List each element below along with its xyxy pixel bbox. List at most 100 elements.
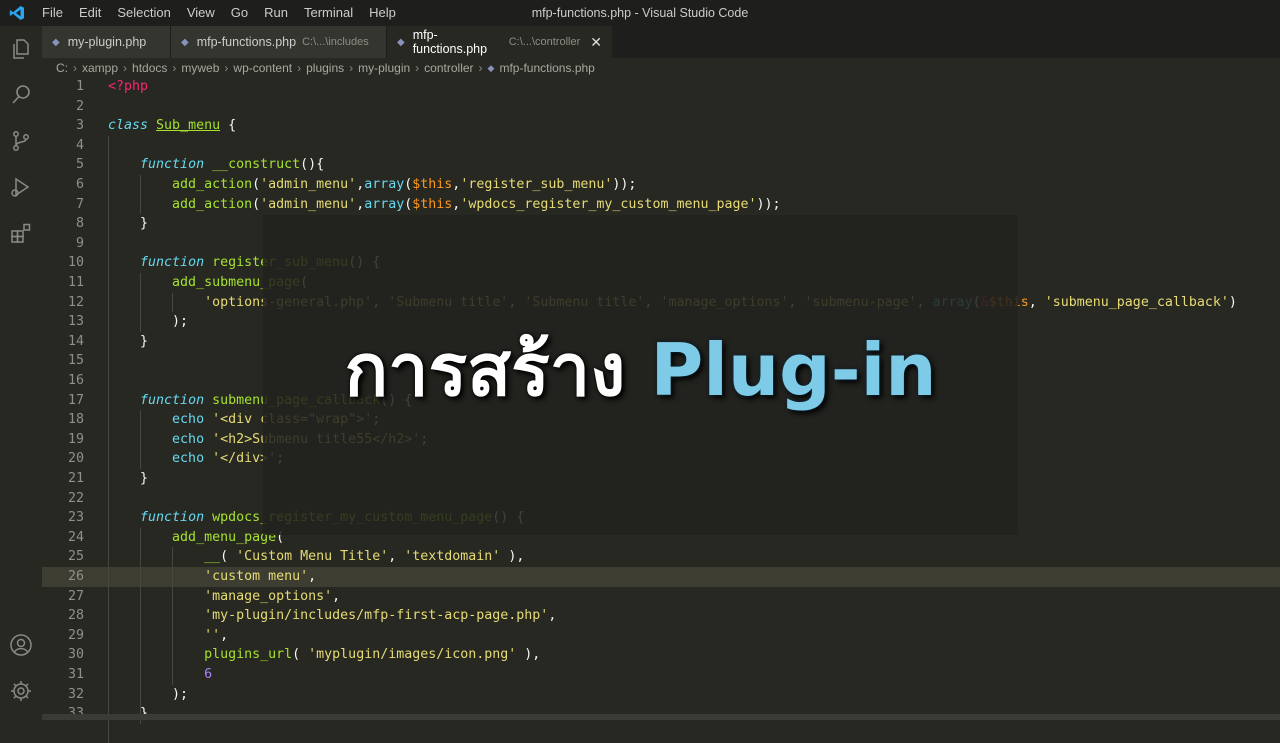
- line-number: 15: [67, 353, 84, 369]
- code-line[interactable]: 1 <?php: [42, 77, 1280, 97]
- line-number: 11: [67, 275, 84, 290]
- breadcrumb-item[interactable]: xampp: [82, 61, 118, 75]
- line-number: 27: [67, 588, 84, 604]
- code-text: add_menu_page(: [172, 529, 285, 545]
- menu-item-go[interactable]: Go: [223, 0, 256, 26]
- line-number: 2: [75, 98, 84, 114]
- line-number: 32: [67, 686, 84, 702]
- breadcrumb-item[interactable]: wp-content: [233, 61, 292, 75]
- menu-item-terminal[interactable]: Terminal: [296, 0, 361, 26]
- code-text: function __construct(){: [140, 157, 325, 173]
- code-line[interactable]: 4: [42, 136, 1280, 156]
- run-debug-icon[interactable]: [7, 173, 35, 201]
- breadcrumb-item[interactable]: myweb: [181, 61, 219, 75]
- menu-item-run[interactable]: Run: [256, 0, 296, 26]
- code-text: add_action('admin_menu',array($this,'reg…: [172, 177, 637, 192]
- menu-item-selection[interactable]: Selection: [109, 0, 178, 26]
- line-number: 1: [75, 79, 84, 94]
- code-text: <?php: [108, 79, 149, 94]
- chevron-right-icon: ›: [123, 61, 128, 75]
- line-number: 7: [75, 196, 84, 212]
- breadcrumb-item[interactable]: my-plugin: [358, 61, 410, 75]
- code-text: 6: [204, 667, 213, 682]
- tab-2[interactable]: ◆ mfp-functions.php C:\...\includes: [171, 26, 386, 58]
- line-number: 20: [67, 451, 84, 467]
- line-number: 19: [67, 431, 84, 447]
- tab-path: C:\...\controller: [508, 36, 581, 48]
- php-file-icon: ◆: [52, 36, 60, 48]
- code-line[interactable]: 26 'custom menu',: [42, 567, 1280, 587]
- code-text: }: [108, 471, 149, 486]
- code-line[interactable]: 29 '',: [42, 626, 1280, 646]
- code-line[interactable]: 2: [42, 97, 1280, 117]
- php-file-icon: ◆: [397, 36, 405, 48]
- explorer-icon[interactable]: [7, 35, 35, 63]
- code-text: add_action('admin_menu',array($this,'wpd…: [172, 196, 781, 212]
- code-text: class Sub_menu {: [108, 118, 237, 134]
- indent-guide: [139, 410, 141, 469]
- line-number: 29: [67, 627, 84, 643]
- close-icon[interactable]: ✕: [590, 34, 602, 51]
- code-line[interactable]: 28 'my-plugin/includes/mfp-first-acp-pag…: [42, 606, 1280, 626]
- code-line[interactable]: 6 add_action('admin_menu',array($this,'r…: [42, 175, 1280, 195]
- code-line[interactable]: 32 );: [42, 685, 1280, 705]
- breadcrumb-item[interactable]: C:: [56, 61, 68, 75]
- line-number: 8: [75, 216, 84, 232]
- tab-3[interactable]: ◆ mfp-functions.php C:\...\controller ✕: [387, 26, 612, 58]
- menu-bar: File Edit Selection View Go Run Terminal Help: [34, 0, 404, 26]
- activity-bar: [0, 26, 42, 720]
- breadcrumb-item[interactable]: controller: [424, 61, 473, 75]
- indent-guide: [139, 527, 141, 724]
- code-text: }: [108, 333, 149, 349]
- line-number: 13: [67, 314, 84, 330]
- line-number: 14: [67, 333, 84, 349]
- line-number: 21: [67, 471, 84, 486]
- menu-item-view[interactable]: View: [179, 0, 223, 26]
- indent-guide: [139, 273, 141, 332]
- line-number: 28: [67, 608, 84, 624]
- line-number: 12: [67, 294, 84, 310]
- settings-gear-icon[interactable]: [7, 677, 35, 705]
- overlay-thai-text: การสร้าง: [344, 328, 626, 412]
- indent-guide: [139, 175, 141, 215]
- chevron-right-icon: ›: [297, 61, 302, 75]
- code-line[interactable]: 31 6: [42, 665, 1280, 685]
- menu-item-edit[interactable]: Edit: [71, 0, 109, 26]
- indent-guide: [171, 292, 173, 313]
- indent-guide: [108, 135, 109, 743]
- line-number: 17: [67, 392, 84, 408]
- code-line[interactable]: 7 add_action('admin_menu',array($this,'w…: [42, 195, 1280, 215]
- code-text: );: [108, 314, 189, 330]
- tab-label: mfp-functions.php: [196, 35, 297, 49]
- line-number: 23: [67, 510, 84, 526]
- code-line[interactable]: 3 class Sub_menu {: [42, 116, 1280, 136]
- code-text: );: [108, 686, 189, 702]
- breadcrumb: C: › xampp › htdocs › myweb › wp-content › plugins…: [42, 58, 1280, 78]
- breadcrumb-item[interactable]: mfp-functions.php: [499, 61, 594, 75]
- indent-guide: [171, 547, 173, 685]
- tab-1[interactable]: ◆ my-plugin.php: [42, 26, 170, 58]
- menu-item-file[interactable]: File: [34, 0, 71, 26]
- code-text: 'my-plugin/includes/mfp-first-acp-page.p…: [204, 608, 557, 624]
- source-control-icon[interactable]: [7, 127, 35, 155]
- code-line[interactable]: 30 plugins_url( 'myplugin/images/icon.pn…: [42, 645, 1280, 665]
- php-file-icon: ◆: [181, 36, 189, 48]
- overlay-english-text: Plug-in: [650, 328, 937, 412]
- chevron-right-icon: ›: [224, 61, 229, 75]
- line-number: 25: [67, 549, 84, 565]
- breadcrumb-item[interactable]: htdocs: [132, 61, 167, 75]
- horizontal-scrollbar[interactable]: [42, 714, 1280, 720]
- menu-item-help[interactable]: Help: [361, 0, 404, 26]
- search-icon[interactable]: [7, 81, 35, 109]
- code-line[interactable]: 5 function __construct(){: [42, 155, 1280, 175]
- extensions-icon[interactable]: [7, 219, 35, 247]
- code-line[interactable]: 27 'manage_options',: [42, 587, 1280, 607]
- account-icon[interactable]: [7, 631, 35, 659]
- line-number: 6: [75, 177, 84, 192]
- chevron-right-icon: ›: [349, 61, 354, 75]
- overlay-title: การสร้าง Plug-in: [263, 320, 1018, 420]
- code-text: __( 'Custom Menu Title', 'textdomain' ),: [204, 549, 525, 565]
- code-line[interactable]: 25 __( 'Custom Menu Title', 'textdomain'…: [42, 547, 1280, 567]
- line-number: 10: [67, 255, 84, 271]
- breadcrumb-item[interactable]: plugins: [306, 61, 344, 75]
